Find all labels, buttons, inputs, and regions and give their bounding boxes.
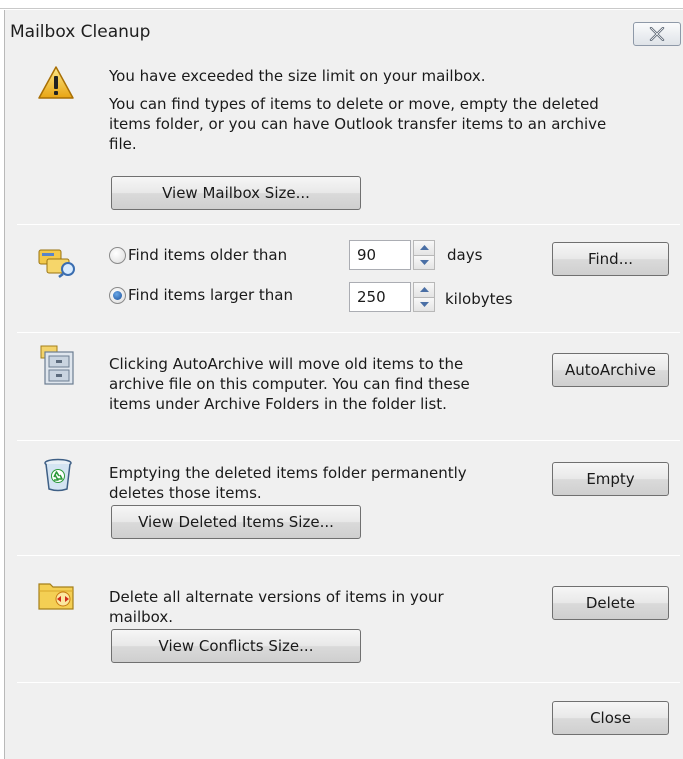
section-divider [17,224,680,225]
autoarchive-description-line: items under Archive Folders in the folde… [109,395,447,413]
arrow-up-icon [419,245,429,251]
kilobytes-unit: kilobytes [445,290,513,308]
larger-radio-button[interactable] [109,286,126,304]
arrow-down-icon [419,259,429,265]
conflicts-folder-icon [38,583,74,610]
find-older-option[interactable]: Find items older than [109,246,287,264]
size-description-line: items folder, or you can have Outlook tr… [109,115,607,133]
view-mailbox-size-button[interactable]: View Mailbox Size... [111,176,361,210]
conflicts-description: Delete all alternate versions of items i… [109,587,444,627]
section-divider [17,332,680,333]
section-divider [17,682,680,683]
section-divider [17,440,680,441]
delete-button[interactable]: Delete [552,586,669,620]
spin-up-button[interactable] [413,240,435,256]
mailbox-cleanup-dialog: Mailbox Cleanup You have exceeded the si… [4,10,683,759]
close-button[interactable]: Close [552,701,669,735]
older-label: Find items older than [128,246,288,264]
size-spinner[interactable] [349,282,435,312]
conflicts-description-line: Delete all alternate versions of items i… [109,588,444,606]
autoarchive-description-line: archive file on this computer. You can f… [109,375,470,393]
autoarchive-description-line: Clicking AutoArchive will move old items… [109,355,464,373]
size-description: You can find types of items to delete or… [109,94,606,154]
close-icon [649,27,665,41]
title-bar: Mailbox Cleanup [5,10,683,52]
age-spinner[interactable] [349,240,435,270]
section-divider [17,555,680,556]
age-days-input[interactable] [349,240,411,270]
size-description-line: file. [109,135,137,153]
find-larger-option[interactable]: Find items larger than [109,286,293,304]
days-unit: days [447,246,483,264]
autoarchive-description: Clicking AutoArchive will move old items… [109,354,470,414]
background-window-edge [0,0,683,10]
deleted-description-line: Emptying the deleted items folder perman… [109,464,467,482]
autoarchive-button[interactable]: AutoArchive [552,353,669,387]
size-limit-warning: You have exceeded the size limit on your… [109,67,486,85]
size-description-line: You can find types of items to delete or… [109,95,599,113]
deleted-description-line: deletes those items. [109,484,262,502]
warning-triangle-icon [38,66,74,99]
view-deleted-items-size-button[interactable]: View Deleted Items Size... [111,505,361,539]
spin-down-button[interactable] [413,255,435,270]
empty-button[interactable]: Empty [552,462,669,496]
window-title: Mailbox Cleanup [10,22,151,42]
spin-up-button[interactable] [413,282,435,298]
recycle-bin-icon [44,458,72,492]
conflicts-description-line: mailbox. [109,608,174,626]
find-items-icon [38,249,75,278]
arrow-down-icon [419,301,429,307]
close-window-button[interactable] [633,22,681,46]
older-radio-button[interactable] [109,246,126,264]
spin-down-button[interactable] [413,297,435,312]
size-kb-input[interactable] [349,282,411,312]
find-button[interactable]: Find... [552,242,669,276]
larger-label: Find items larger than [128,286,294,304]
deleted-description: Emptying the deleted items folder perman… [109,463,467,503]
view-conflicts-size-button[interactable]: View Conflicts Size... [111,629,361,663]
arrow-up-icon [419,287,429,293]
archive-cabinet-icon [40,345,74,385]
